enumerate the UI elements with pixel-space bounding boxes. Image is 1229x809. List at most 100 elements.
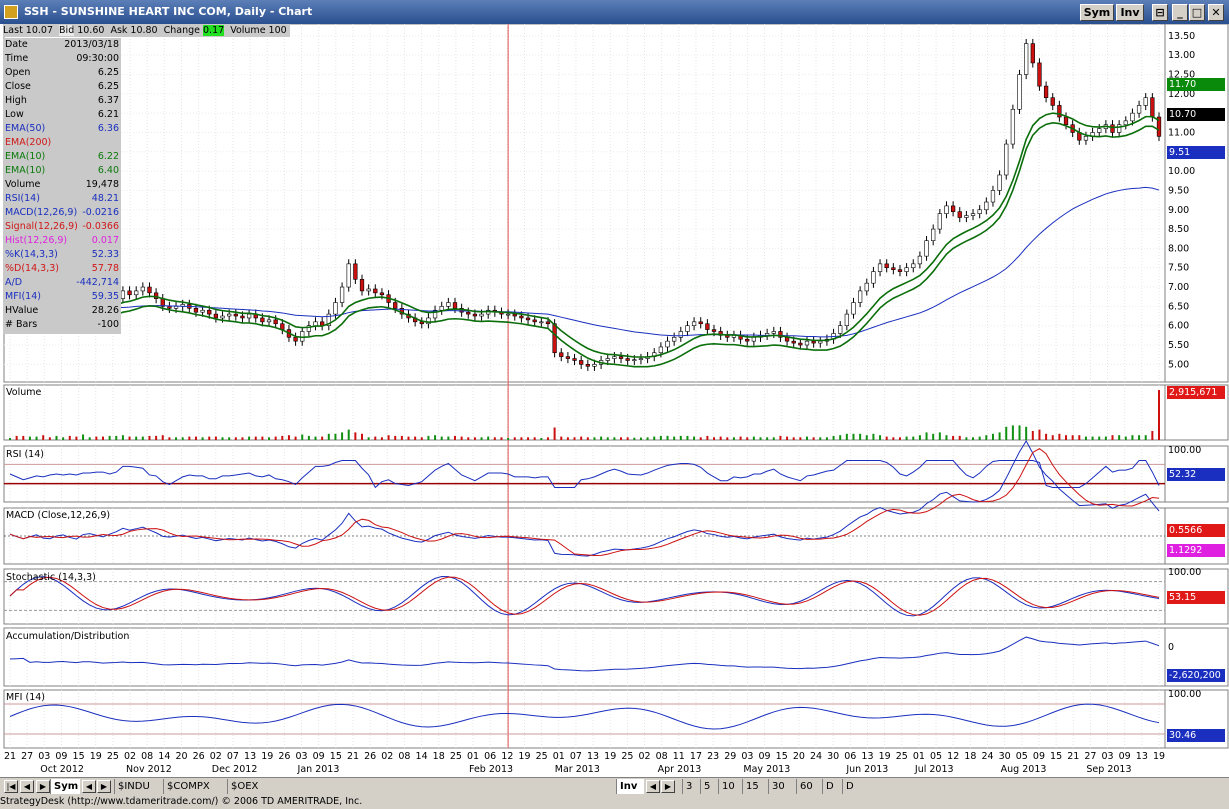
data-window: Date 2013/03/18 Time 09:30:00 Open 6.25 Close 6… xyxy=(3,38,121,334)
day-tick-label: 02 xyxy=(381,751,393,762)
candle xyxy=(333,302,338,315)
volume-bar xyxy=(540,438,543,440)
tab-inv[interactable]: Inv xyxy=(616,779,644,794)
day-tick-label: 02 xyxy=(124,751,136,762)
volume-bar xyxy=(832,435,835,440)
volume-bar xyxy=(453,435,456,440)
candle xyxy=(313,321,318,326)
tab-d2[interactable]: D xyxy=(842,779,857,794)
day-tick-label: 17 xyxy=(690,751,702,762)
tab-10[interactable]: 10 xyxy=(718,779,738,794)
ema50-tag: 9.51 xyxy=(1167,146,1225,159)
volume-bar xyxy=(819,437,822,440)
volume-bar xyxy=(1138,435,1141,440)
tab-compx[interactable]: $COMPX xyxy=(163,779,213,794)
prev-icon[interactable]: ◀ xyxy=(20,780,34,793)
candle xyxy=(140,286,145,292)
day-tick-label: 26 xyxy=(364,751,376,762)
info-value: 52.33 xyxy=(91,249,119,260)
day-tick-label: 07 xyxy=(570,751,582,762)
tab-d[interactable]: D xyxy=(822,779,837,794)
volume-bar xyxy=(752,436,755,440)
candle xyxy=(373,288,378,294)
info-row: Hist(12,26,9) 0.017 xyxy=(3,234,121,248)
volume-bar xyxy=(161,435,164,440)
month-label: Dec 2012 xyxy=(212,764,258,775)
first-icon[interactable]: |◀ xyxy=(4,780,18,793)
candle xyxy=(346,263,351,288)
tab-15[interactable]: 15 xyxy=(742,779,762,794)
tab-prev-icon[interactable]: ◀ xyxy=(82,780,96,793)
candle xyxy=(977,209,982,214)
info-row: Date 2013/03/18 xyxy=(3,38,121,52)
tab-5[interactable]: 5 xyxy=(700,779,713,794)
inv-prev-icon[interactable]: ◀ xyxy=(646,780,660,793)
tab-3[interactable]: 3 xyxy=(682,779,695,794)
price-tick-label: 6.50 xyxy=(1168,301,1189,312)
tab-next-icon[interactable]: ▶ xyxy=(97,780,111,793)
day-tick-label: 20 xyxy=(175,751,187,762)
chart-area[interactable]: 21 27 03 09 15 19 25 02 08 14 20 26 02 07 13 19 26 03 09 15… xyxy=(0,24,1229,777)
day-tick-label: 13 xyxy=(244,751,256,762)
volume-bar xyxy=(248,436,251,440)
tab-indu[interactable]: $INDU xyxy=(114,779,153,794)
last-label: Last xyxy=(3,25,23,36)
next-icon[interactable]: ▶ xyxy=(36,780,50,793)
inv-button[interactable]: Inv xyxy=(1116,4,1144,21)
volume-bar xyxy=(440,436,443,440)
price-panel-frame xyxy=(3,24,1166,383)
info-row: HValue 28.26 xyxy=(3,304,121,318)
macd-panel-label: MACD (Close,12,26,9) xyxy=(6,510,111,521)
candle xyxy=(884,263,889,269)
candle xyxy=(950,205,956,212)
price-tick-label: 8.00 xyxy=(1168,243,1189,254)
day-tick-label: 18 xyxy=(433,751,445,762)
info-row: MFI(14) 59.35 xyxy=(3,290,121,304)
volume-bar xyxy=(586,437,589,440)
volume-bar xyxy=(998,432,1001,440)
tab-30[interactable]: 30 xyxy=(768,779,788,794)
candle xyxy=(711,329,717,332)
day-tick-label: 01 xyxy=(913,751,925,762)
volume-bar xyxy=(673,436,676,440)
volume-bar xyxy=(1038,429,1041,440)
volume-value: 100 xyxy=(268,25,287,36)
volume-bar xyxy=(978,436,981,440)
close-icon[interactable]: ✕ xyxy=(1208,4,1224,21)
candle xyxy=(838,325,843,334)
info-row: RSI(14) 48.21 xyxy=(3,192,121,206)
tab-sym[interactable]: Sym xyxy=(50,779,80,794)
candle xyxy=(911,263,916,269)
candle xyxy=(379,292,385,296)
info-value: 6.22 xyxy=(97,151,119,162)
candle xyxy=(1083,136,1089,141)
restore-icon[interactable]: ⊟ xyxy=(1152,4,1168,21)
info-value: 6.25 xyxy=(97,67,119,78)
minimize-icon[interactable]: _ xyxy=(1172,4,1188,21)
volume-bar xyxy=(75,436,78,440)
volume-bar xyxy=(354,432,357,440)
day-tick-label: 02 xyxy=(638,751,650,762)
volume-bar xyxy=(347,429,350,440)
inv-next-icon[interactable]: ▶ xyxy=(661,780,675,793)
candle xyxy=(625,358,630,361)
volume-bar xyxy=(653,436,656,440)
info-label: EMA(50) xyxy=(5,123,46,134)
chart-svg[interactable]: 21 27 03 09 15 19 25 02 08 14 20 26 02 07 13 19 26 03 09 15… xyxy=(0,24,1229,777)
tab-oex[interactable]: $OEX xyxy=(227,779,261,794)
sym-button[interactable]: Sym xyxy=(1080,4,1114,21)
volume-bar xyxy=(1098,436,1101,440)
volume-bar xyxy=(62,437,65,440)
volume-bar xyxy=(108,435,111,440)
day-tick-label: 19 xyxy=(604,751,616,762)
candle xyxy=(990,190,996,203)
maximize-icon[interactable]: □ xyxy=(1189,4,1205,21)
candle xyxy=(638,358,644,361)
volume-bar xyxy=(394,435,397,440)
volume-bar xyxy=(972,437,975,440)
info-value: 19,478 xyxy=(85,179,119,190)
day-tick-label: 08 xyxy=(656,751,668,762)
tab-60[interactable]: 60 xyxy=(796,779,816,794)
candle xyxy=(167,306,172,309)
candle xyxy=(970,213,976,216)
